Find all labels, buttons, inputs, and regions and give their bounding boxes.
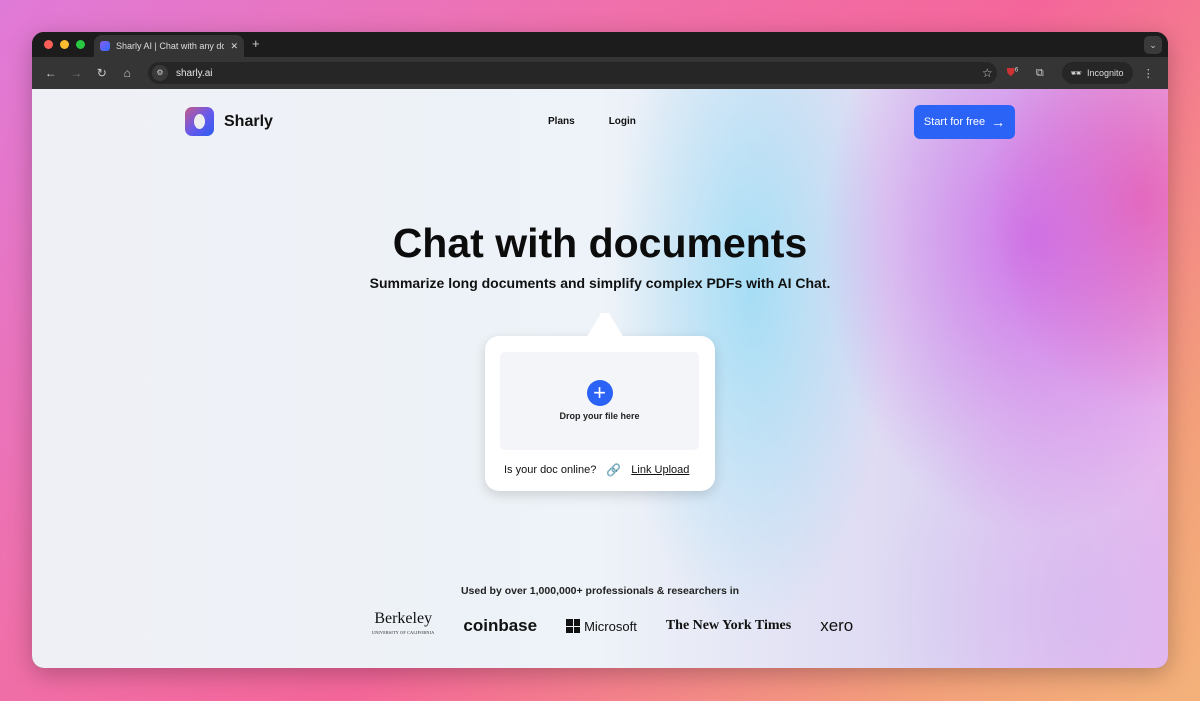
berkeley-logo: Berkeley UNIVERSITY OF CALIFORNIA: [372, 610, 435, 640]
menu-kebab-icon[interactable]: ⋮: [1137, 67, 1160, 80]
close-tab-icon[interactable]: ✕: [230, 41, 238, 52]
incognito-label: Incognito: [1086, 68, 1124, 78]
microsoft-text: Microsoft: [584, 618, 637, 634]
customer-logos: Berkeley UNIVERSITY OF CALIFORNIA coinbas…: [372, 610, 854, 640]
microsoft-grid-icon: [566, 619, 581, 633]
upload-card: + Drop your file here Is your doc online…: [485, 313, 715, 491]
page-content: Sharly Plans Login Start for free → Chat …: [32, 89, 1168, 668]
bookmark-star-icon[interactable]: ☆: [982, 66, 993, 80]
online-doc-row: Is your doc online? 🔗 Link Upload: [504, 463, 689, 477]
hero-title: Chat with documents: [392, 220, 808, 266]
incognito-icon: 🕶: [1070, 67, 1082, 78]
close-window-button[interactable]: [44, 40, 53, 49]
plus-icon[interactable]: +: [586, 380, 613, 406]
nav-plans[interactable]: Plans: [548, 116, 575, 127]
cta-label: Start for free: [923, 116, 986, 128]
maximize-window-button[interactable]: [76, 40, 85, 49]
incognito-indicator[interactable]: 🕶 Incognito: [1061, 62, 1133, 84]
extension-shield-icon[interactable]: ⛊6: [1001, 67, 1024, 80]
link-upload-link[interactable]: Link Upload: [631, 464, 689, 476]
browser-tab[interactable]: Sharly AI | Chat with any docu ✕: [94, 35, 244, 57]
back-icon[interactable]: ←: [40, 66, 62, 80]
site-logo[interactable]: Sharly: [185, 107, 273, 136]
address-bar[interactable]: ⚙ sharly.ai ☆: [148, 62, 997, 84]
tab-search-button[interactable]: ⌄: [1144, 36, 1162, 54]
reload-icon[interactable]: ↻: [91, 66, 113, 80]
arrow-right-icon: →: [991, 114, 1006, 130]
berkeley-subtext: UNIVERSITY OF CALIFORNIA: [372, 630, 435, 635]
drop-label: Drop your file here: [559, 411, 640, 421]
browser-window: Sharly AI | Chat with any docu ✕ + ⌄ ← →…: [32, 32, 1168, 668]
window-controls: [44, 40, 85, 49]
url-text[interactable]: sharly.ai: [176, 68, 974, 79]
home-icon[interactable]: ⌂: [117, 66, 139, 80]
link-icon: 🔗: [606, 463, 622, 477]
hero-subtitle: Summarize long documents and simplify co…: [369, 275, 831, 291]
extension-badge: 6: [1014, 66, 1019, 73]
start-for-free-button[interactable]: Start for free →: [914, 105, 1015, 139]
main-nav: Plans Login: [548, 116, 636, 127]
new-tab-button[interactable]: +: [252, 36, 260, 51]
forward-icon[interactable]: →: [66, 66, 88, 80]
berkeley-text: Berkeley: [374, 610, 433, 627]
used-by-text: Used by over 1,000,000+ professionals & …: [460, 585, 740, 597]
xero-logo: xero: [820, 616, 854, 635]
online-question: Is your doc online?: [504, 464, 597, 476]
tab-bar: Sharly AI | Chat with any docu ✕ + ⌄: [32, 32, 1168, 57]
card-notch: [585, 313, 625, 340]
browser-toolbar: ← → ↻ ⌂ ⚙ sharly.ai ☆ ⛊6 ⧉ 🕶 Incognito ⋮: [32, 57, 1168, 89]
favicon-icon: [100, 41, 110, 51]
nav-login[interactable]: Login: [609, 116, 636, 127]
microsoft-logo: Microsoft: [566, 619, 637, 634]
file-dropzone[interactable]: + Drop your file here: [500, 352, 699, 450]
nyt-logo: The New York Times: [665, 618, 792, 633]
extensions-puzzle-icon[interactable]: ⧉: [1028, 67, 1051, 80]
sharly-logo-icon: [185, 107, 214, 136]
tab-title: Sharly AI | Chat with any docu: [116, 41, 225, 51]
coinbase-logo: coinbase: [463, 616, 538, 635]
brand-name: Sharly: [224, 112, 273, 130]
minimize-window-button[interactable]: [60, 40, 69, 49]
site-settings-icon[interactable]: ⚙: [152, 65, 168, 81]
